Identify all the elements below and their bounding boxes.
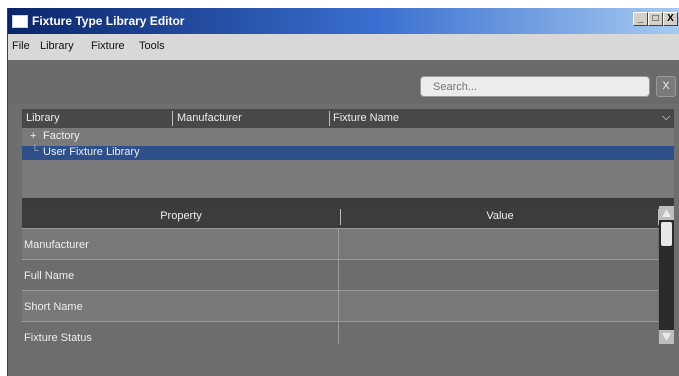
property-grid-header: Property Value — [22, 206, 674, 228]
chevron-down-icon[interactable]: ⌵ — [662, 111, 670, 124]
column-property[interactable]: Property — [22, 210, 340, 222]
scroll-up-button[interactable] — [659, 206, 674, 220]
scroll-thumb[interactable] — [661, 222, 672, 246]
property-name: Short Name — [24, 301, 83, 313]
cell-separator — [338, 260, 339, 291]
app-icon — [12, 15, 28, 28]
table-row[interactable]: Fixture Status — [22, 321, 658, 344]
menu-library[interactable]: Library — [40, 40, 74, 52]
scroll-down-button[interactable] — [659, 330, 674, 344]
library-tree-header: Library Manufacturer Fixture Name ⌵ — [22, 109, 674, 128]
arrow-down-icon — [662, 333, 671, 341]
search-toolbar: X — [8, 60, 679, 104]
app-window: Fixture Type Library Editor _ □ X File L… — [7, 8, 679, 376]
title-bar[interactable]: Fixture Type Library Editor _ □ X — [8, 8, 679, 34]
menu-fixture[interactable]: Fixture — [91, 40, 125, 52]
expand-icon[interactable]: + — [30, 130, 36, 142]
search-input[interactable] — [420, 76, 650, 97]
tree-row-user-fixture-library[interactable]: └ User Fixture Library — [22, 145, 674, 160]
tree-row-factory[interactable]: + Factory — [22, 130, 674, 144]
menu-bar: File Library Fixture Tools — [8, 34, 679, 60]
table-row[interactable]: Full Name — [22, 259, 658, 291]
cell-separator — [338, 322, 339, 344]
property-name: Full Name — [24, 270, 75, 282]
column-manufacturer[interactable]: Manufacturer — [177, 112, 242, 124]
column-value[interactable]: Value — [341, 210, 659, 222]
column-separator[interactable] — [329, 111, 330, 126]
maximize-button[interactable]: □ — [648, 12, 663, 26]
menu-file[interactable]: File — [12, 40, 30, 52]
property-name: Manufacturer — [24, 239, 89, 251]
cell-separator — [338, 291, 339, 322]
table-row[interactable]: Manufacturer — [22, 228, 658, 260]
table-row[interactable]: Short Name — [22, 290, 658, 322]
property-name: Fixture Status — [24, 332, 92, 344]
tree-branch-icon: └ — [31, 145, 39, 157]
panel-divider[interactable] — [22, 198, 674, 206]
menu-tools[interactable]: Tools — [139, 40, 165, 52]
close-button[interactable]: X — [663, 12, 678, 26]
clear-search-button[interactable]: X — [656, 76, 676, 97]
column-fixture-name[interactable]: Fixture Name — [333, 112, 399, 124]
arrow-up-icon — [662, 209, 671, 217]
vertical-scrollbar[interactable] — [659, 206, 674, 344]
cell-separator — [338, 229, 339, 260]
column-separator[interactable] — [172, 111, 173, 126]
tree-item-label: Factory — [43, 130, 80, 142]
column-library[interactable]: Library — [26, 112, 60, 124]
tree-item-label: User Fixture Library — [43, 146, 140, 158]
minimize-button[interactable]: _ — [633, 12, 648, 26]
library-tree: + Factory └ User Fixture Library — [22, 128, 674, 198]
window-title: Fixture Type Library Editor — [32, 14, 185, 28]
property-grid: Manufacturer Full Name Short Name Fixtur… — [22, 228, 658, 344]
